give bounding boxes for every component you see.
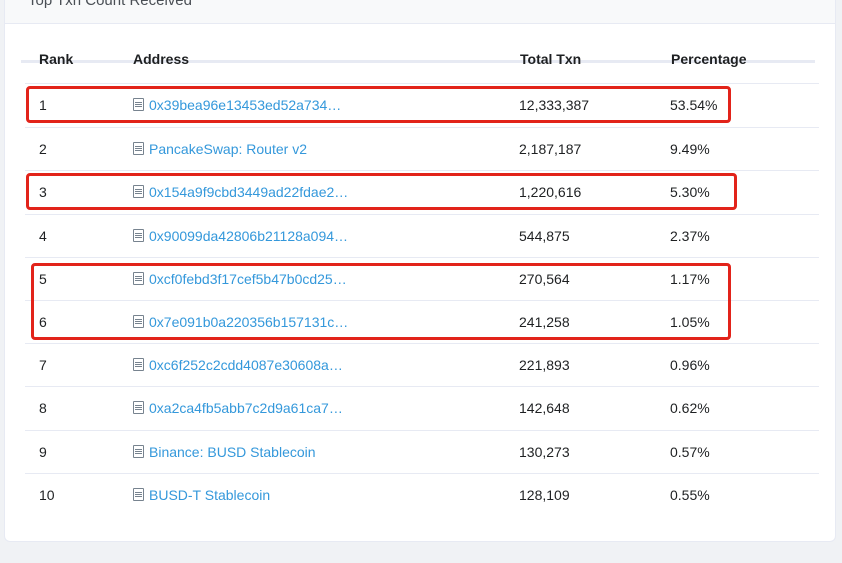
rank-cell: 9 bbox=[39, 444, 47, 460]
table-row: 7 0xc6f252c2cdd4087e30608a… 221,893 0.96… bbox=[25, 343, 819, 387]
total-txn-cell: 128,109 bbox=[519, 487, 570, 503]
contract-document-icon bbox=[133, 488, 144, 501]
percentage-cell: 9.49% bbox=[670, 141, 710, 157]
rank-cell: 8 bbox=[39, 400, 47, 416]
total-txn-cell: 2,187,187 bbox=[519, 141, 582, 157]
header-address: Address bbox=[133, 51, 190, 67]
highlight-box-rows-5-6 bbox=[31, 263, 731, 340]
address-link[interactable]: PancakeSwap: Router v2 bbox=[149, 141, 307, 157]
contract-document-icon bbox=[133, 358, 144, 371]
address-link[interactable]: 0xa2ca4fb5abb7c2d9a61ca7… bbox=[149, 400, 343, 416]
rank-cell: 10 bbox=[39, 487, 55, 503]
rank-cell: 4 bbox=[39, 228, 47, 244]
total-txn-cell: 544,875 bbox=[519, 228, 570, 244]
highlight-box-row-1 bbox=[26, 86, 731, 123]
address-cell[interactable]: Binance: BUSD Stablecoin bbox=[133, 444, 316, 460]
total-txn-cell: 142,648 bbox=[519, 400, 570, 416]
address-link[interactable]: 0x90099da42806b21128a094… bbox=[149, 228, 348, 244]
percentage-cell: 0.96% bbox=[670, 357, 710, 373]
address-link[interactable]: Binance: BUSD Stablecoin bbox=[149, 444, 316, 460]
header-total-txn: Total Txn bbox=[520, 51, 582, 67]
address-link[interactable]: BUSD-T Stablecoin bbox=[149, 487, 270, 503]
percentage-cell: 0.57% bbox=[670, 444, 710, 460]
header-rank: Rank bbox=[39, 51, 74, 67]
address-cell[interactable]: 0xa2ca4fb5abb7c2d9a61ca7… bbox=[133, 400, 343, 416]
percentage-cell: 0.62% bbox=[670, 400, 710, 416]
address-link[interactable]: 0xc6f252c2cdd4087e30608a… bbox=[149, 357, 343, 373]
percentage-cell: 2.37% bbox=[670, 228, 710, 244]
contract-document-icon bbox=[133, 401, 144, 414]
table-row: 8 0xa2ca4fb5abb7c2d9a61ca7… 142,648 0.62… bbox=[25, 386, 819, 430]
address-cell[interactable]: BUSD-T Stablecoin bbox=[133, 487, 270, 503]
header-percentage: Percentage bbox=[671, 51, 747, 67]
rank-cell: 2 bbox=[39, 141, 47, 157]
contract-document-icon bbox=[133, 229, 144, 242]
address-cell[interactable]: PancakeSwap: Router v2 bbox=[133, 141, 307, 157]
total-txn-cell: 221,893 bbox=[519, 357, 570, 373]
table-row: 2 PancakeSwap: Router v2 2,187,187 9.49% bbox=[25, 127, 819, 171]
card-header: Top Txn Count Received bbox=[5, 0, 835, 24]
table-row: 9 Binance: BUSD Stablecoin 130,273 0.57% bbox=[25, 430, 819, 474]
card-title: Top Txn Count Received bbox=[28, 0, 192, 9]
address-cell[interactable]: 0xc6f252c2cdd4087e30608a… bbox=[133, 357, 343, 373]
address-cell[interactable]: 0x90099da42806b21128a094… bbox=[133, 228, 348, 244]
total-txn-cell: 130,273 bbox=[519, 444, 570, 460]
highlight-box-row-3 bbox=[26, 173, 737, 210]
rank-cell: 7 bbox=[39, 357, 47, 373]
percentage-cell: 0.55% bbox=[670, 487, 710, 503]
contract-document-icon bbox=[133, 445, 144, 458]
table-row: 4 0x90099da42806b21128a094… 544,875 2.37… bbox=[25, 214, 819, 258]
table-row: 10 BUSD-T Stablecoin 128,109 0.55% bbox=[25, 473, 819, 517]
contract-document-icon bbox=[133, 142, 144, 155]
